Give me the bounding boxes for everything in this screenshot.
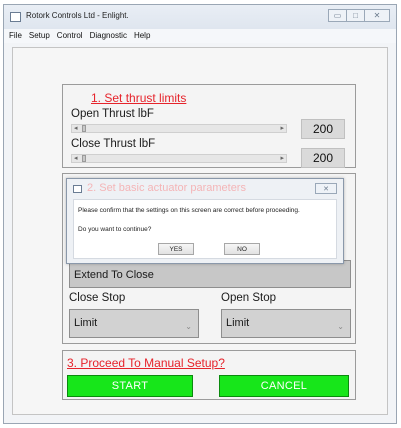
window-title: Rotork Controls Ltd - Enlight. <box>26 11 129 20</box>
close-stop-value: Limit <box>74 317 98 329</box>
dialog-background-title: 2. Set basic actuator parameters <box>87 182 246 194</box>
close-thrust-slider-thumb[interactable] <box>82 155 86 162</box>
manual-setup-section: 3. Proceed To Manual Setup? START CANCEL <box>62 350 356 400</box>
extend-to-close-button[interactable]: Extend To Close <box>69 260 351 288</box>
slider-right-arrow-icon[interactable]: ▸ <box>280 124 284 132</box>
close-stop-select[interactable]: Limit ⌄ <box>69 309 199 338</box>
close-stop-label: Close Stop <box>69 292 126 304</box>
menu-bar: File Setup Control Diagnostic Help <box>4 29 396 43</box>
open-thrust-slider[interactable]: ◂ ▸ <box>71 124 287 133</box>
section1-title[interactable]: 1. Set thrust limits <box>91 91 186 105</box>
open-thrust-value: 200 <box>301 119 345 139</box>
yes-button[interactable]: YES <box>158 243 194 255</box>
close-button[interactable]: ✕ <box>364 9 390 22</box>
open-thrust-label: Open Thrust lbF <box>71 108 154 120</box>
title-bar[interactable]: Rotork Controls Ltd - Enlight. ▭ □ ✕ <box>4 5 396 29</box>
dialog-app-icon <box>73 185 82 193</box>
menu-diagnostic[interactable]: Diagnostic <box>90 29 127 43</box>
menu-file[interactable]: File <box>9 29 22 43</box>
maximize-button[interactable]: □ <box>346 9 365 22</box>
section3-title[interactable]: 3. Proceed To Manual Setup? <box>67 356 225 370</box>
extend-to-close-label: Extend To Close <box>74 269 154 281</box>
dialog-question: Do you want to continue? <box>78 226 152 233</box>
cancel-button[interactable]: CANCEL <box>219 375 349 397</box>
start-button[interactable]: START <box>67 375 193 397</box>
window-controls: ▭ □ ✕ <box>328 9 390 22</box>
dialog-message: Please confirm that the settings on this… <box>78 207 300 214</box>
no-button[interactable]: NO <box>224 243 260 255</box>
app-icon <box>10 12 21 22</box>
dialog-body: Please confirm that the settings on this… <box>73 199 337 259</box>
open-thrust-slider-thumb[interactable] <box>82 125 86 132</box>
menu-setup[interactable]: Setup <box>29 29 50 43</box>
open-stop-select[interactable]: Limit ⌄ <box>221 309 351 338</box>
dialog-close-button[interactable]: ✕ <box>315 183 337 194</box>
close-thrust-value: 200 <box>301 148 345 168</box>
close-thrust-slider[interactable]: ◂ ▸ <box>71 154 287 163</box>
close-thrust-label: Close Thrust lbF <box>71 138 156 150</box>
confirmation-dialog: 2. Set basic actuator parameters ✕ Pleas… <box>66 178 344 264</box>
chevron-down-icon: ⌄ <box>185 322 192 331</box>
chevron-down-icon: ⌄ <box>337 322 344 331</box>
thrust-limits-section: 1. Set thrust limits Open Thrust lbF ◂ ▸… <box>62 84 356 168</box>
slider-left-arrow-icon[interactable]: ◂ <box>74 124 78 132</box>
open-stop-label: Open Stop <box>221 292 276 304</box>
menu-control[interactable]: Control <box>57 29 83 43</box>
menu-help[interactable]: Help <box>134 29 150 43</box>
slider-right-arrow-icon[interactable]: ▸ <box>280 154 284 162</box>
slider-left-arrow-icon[interactable]: ◂ <box>74 154 78 162</box>
open-stop-value: Limit <box>226 317 250 329</box>
minimize-button[interactable]: ▭ <box>328 9 347 22</box>
